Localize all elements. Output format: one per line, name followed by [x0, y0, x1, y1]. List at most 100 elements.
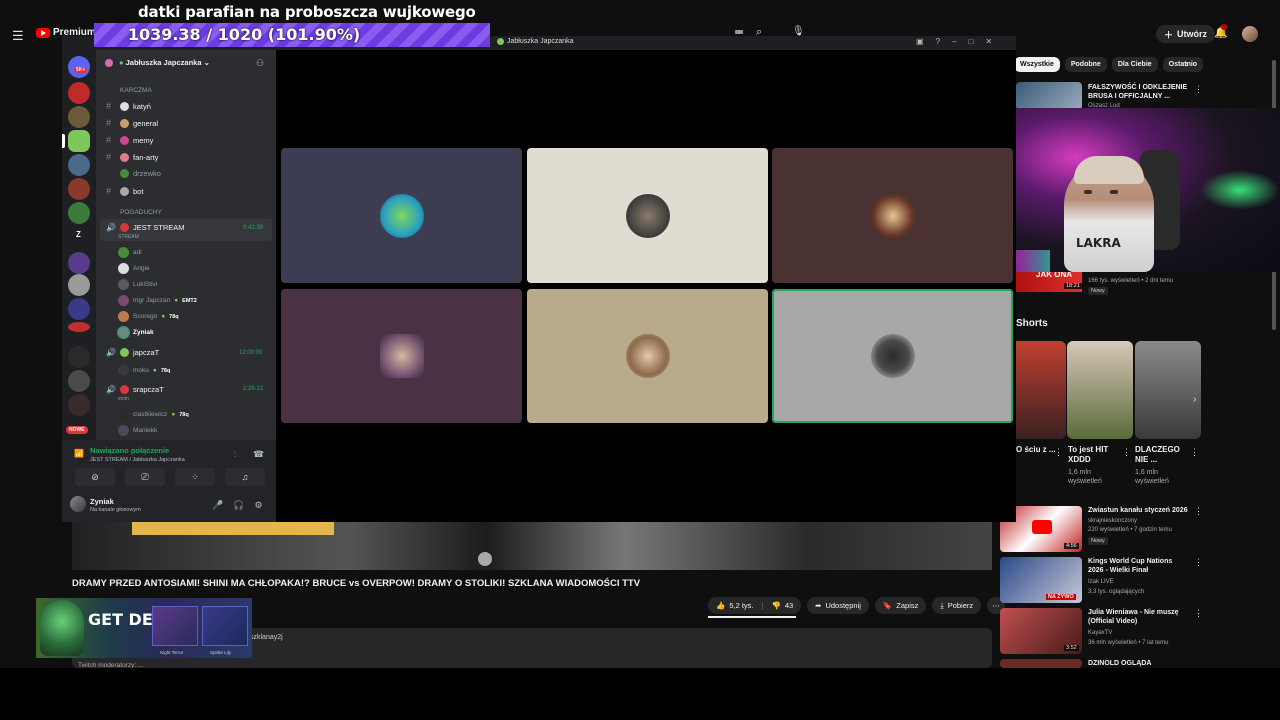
headphones-icon[interactable]: 🎧: [233, 500, 244, 511]
more-vertical-icon[interactable]: ⋮: [1194, 557, 1203, 568]
voice-user[interactable]: mgr Japczan ● EMT2: [118, 295, 197, 306]
hamburger-menu-icon[interactable]: ☰: [12, 28, 24, 44]
user-name[interactable]: Zyniak: [90, 497, 114, 506]
short-title[interactable]: DLACZEGO NIE ...: [1135, 445, 1187, 465]
chip-recent[interactable]: Ostatnio: [1162, 57, 1204, 72]
server-icon[interactable]: [68, 322, 90, 332]
disconnect-icon[interactable]: ☎: [253, 449, 264, 460]
voice-tile[interactable]: [281, 148, 522, 283]
voice-user[interactable]: ciastkiewicz ● 78q: [118, 409, 189, 420]
channel-drzewko[interactable]: drzewko: [106, 169, 161, 178]
voice-channel-japczat[interactable]: 🔊 japczaT: [106, 348, 159, 357]
settings-gear-icon[interactable]: ⚙: [254, 500, 262, 511]
rec-thumbnail[interactable]: [1016, 82, 1082, 110]
close-icon[interactable]: ✕: [985, 37, 992, 46]
short-thumbnail[interactable]: [1135, 341, 1201, 439]
voice-tile[interactable]: [281, 289, 522, 423]
microphone-icon[interactable]: 🎤: [212, 500, 223, 511]
chip-all[interactable]: Wszystkie: [1014, 57, 1060, 72]
chip-for-you[interactable]: Dla Ciebie: [1111, 57, 1158, 72]
voice-user[interactable]: moku ● 78q: [118, 365, 170, 376]
rec-title[interactable]: Zwiastun kanału styczeń 2026: [1088, 506, 1188, 515]
more-vertical-icon[interactable]: ⋮: [1194, 84, 1203, 95]
more-vertical-icon[interactable]: ⋮: [1190, 447, 1199, 458]
server-icon[interactable]: [68, 82, 90, 104]
more-vertical-icon[interactable]: ⋮: [1054, 447, 1063, 458]
maximize-icon[interactable]: □: [968, 37, 973, 46]
short-thumbnail[interactable]: [1067, 341, 1133, 439]
chevron-right-icon[interactable]: ›: [1185, 59, 1188, 70]
rec-channel[interactable]: skrajnieskonczony: [1088, 517, 1137, 525]
more-vertical-icon[interactable]: ⋮: [1194, 608, 1203, 619]
add-member-icon[interactable]: ⚇: [256, 58, 264, 69]
server-icon[interactable]: [68, 346, 90, 368]
create-button[interactable]: ＋ Utwórz: [1156, 25, 1216, 43]
account-avatar[interactable]: [1242, 26, 1258, 42]
short-thumbnail[interactable]: [1016, 341, 1066, 439]
server-icon-letter[interactable]: Z: [76, 230, 81, 239]
rec-title[interactable]: DZINOLD OGLĄDA: [1088, 659, 1188, 668]
server-icon[interactable]: [68, 154, 90, 176]
signal-icon[interactable]: 📶: [74, 449, 84, 458]
user-avatar[interactable]: [70, 496, 86, 512]
voice-user[interactable]: Angie: [118, 263, 150, 274]
voice-tile[interactable]: [527, 289, 768, 423]
voice-tile[interactable]: [772, 148, 1013, 283]
voice-user[interactable]: Maniekk: [118, 425, 157, 436]
chip-similar[interactable]: Podobne: [1064, 57, 1107, 72]
category-pogaduchy[interactable]: POGADUCHY: [120, 209, 162, 216]
server-icon[interactable]: [68, 252, 90, 274]
voice-user[interactable]: adi: [118, 247, 142, 258]
channel-katyn[interactable]: # katyń: [106, 101, 151, 111]
activities-button[interactable]: ⁘: [175, 468, 215, 486]
rec-thumbnail[interactable]: [1000, 659, 1082, 668]
short-title[interactable]: To jest HIT XDDD: [1068, 445, 1120, 465]
share-button[interactable]: ➦ Udostępnij: [807, 597, 869, 614]
server-icon[interactable]: [68, 394, 90, 416]
channel-memy[interactable]: # memy: [106, 135, 153, 145]
server-icon-active[interactable]: [68, 130, 90, 152]
voice-user[interactable]: LukiStivi: [118, 279, 157, 290]
channel-bot[interactable]: # bot: [106, 186, 143, 196]
thumbs-down-icon[interactable]: 👎: [771, 601, 780, 610]
voice-tile[interactable]: [527, 148, 768, 283]
camera-off-button[interactable]: ⊘: [75, 468, 115, 486]
help-icon[interactable]: ?: [936, 37, 940, 46]
soundboard-button[interactable]: ♫: [225, 468, 265, 486]
rec-channel[interactable]: KayaxTV: [1088, 629, 1112, 637]
channel-fan-arty[interactable]: # fan-arty: [106, 152, 158, 162]
rec-title[interactable]: Kings World Cup Nations 2026 - Wielki Fi…: [1088, 557, 1188, 575]
new-servers-badge[interactable]: NOWE: [66, 426, 88, 434]
short-title[interactable]: O ściu z ...: [1016, 445, 1056, 455]
minimize-icon[interactable]: –: [952, 37, 956, 46]
inbox-icon[interactable]: ▣: [916, 37, 924, 46]
server-icon[interactable]: [68, 178, 90, 200]
keyboard-icon[interactable]: [735, 30, 743, 34]
voice-tile-speaking[interactable]: [772, 289, 1013, 423]
connection-channel[interactable]: JEST STREAM / Jabłuszka Japczanka: [90, 457, 185, 463]
more-vertical-icon[interactable]: ⋮: [1194, 506, 1203, 517]
rec-title[interactable]: FAŁSZYWOŚĆ I ODKLEJENIE BRUSA I OFFICJAL…: [1088, 83, 1188, 101]
server-icon[interactable]: [68, 370, 90, 392]
server-icon[interactable]: [68, 298, 90, 320]
like-button[interactable]: 👍 5,2 tys. | 👎 43: [708, 597, 802, 614]
rec-channel[interactable]: Izak LIVE: [1088, 578, 1114, 586]
voice-channel-jest-stream[interactable]: 🔊 JEST STREAM: [106, 223, 185, 232]
dislike-count: 43: [784, 601, 794, 610]
server-icon[interactable]: [68, 274, 90, 296]
screen-share-button[interactable]: ⎚: [125, 468, 165, 486]
noise-suppression-icon[interactable]: ⫶: [234, 450, 236, 460]
server-icon[interactable]: [68, 106, 90, 128]
server-name[interactable]: ● Jabłuszka Japczanka ⌄: [119, 58, 210, 67]
shorts-next-icon[interactable]: ›: [1193, 394, 1196, 405]
save-button[interactable]: 🔖 Zapisz: [874, 597, 927, 614]
download-button[interactable]: ⤓ Pobierz: [932, 597, 982, 614]
rec-title[interactable]: Julia Wieniawa - Nie muszę (Official Vid…: [1088, 608, 1188, 626]
voice-user[interactable]: Zyniak: [117, 326, 154, 339]
server-icon[interactable]: [68, 202, 90, 224]
category-karczma[interactable]: KARCZMA: [120, 87, 152, 94]
channel-general[interactable]: # general: [106, 118, 158, 128]
voice-channel-srapczat[interactable]: 🔊 srapczaT: [106, 385, 164, 394]
more-vertical-icon[interactable]: ⋮: [1122, 447, 1131, 458]
voice-user[interactable]: Scorego ● 78q: [118, 311, 179, 322]
